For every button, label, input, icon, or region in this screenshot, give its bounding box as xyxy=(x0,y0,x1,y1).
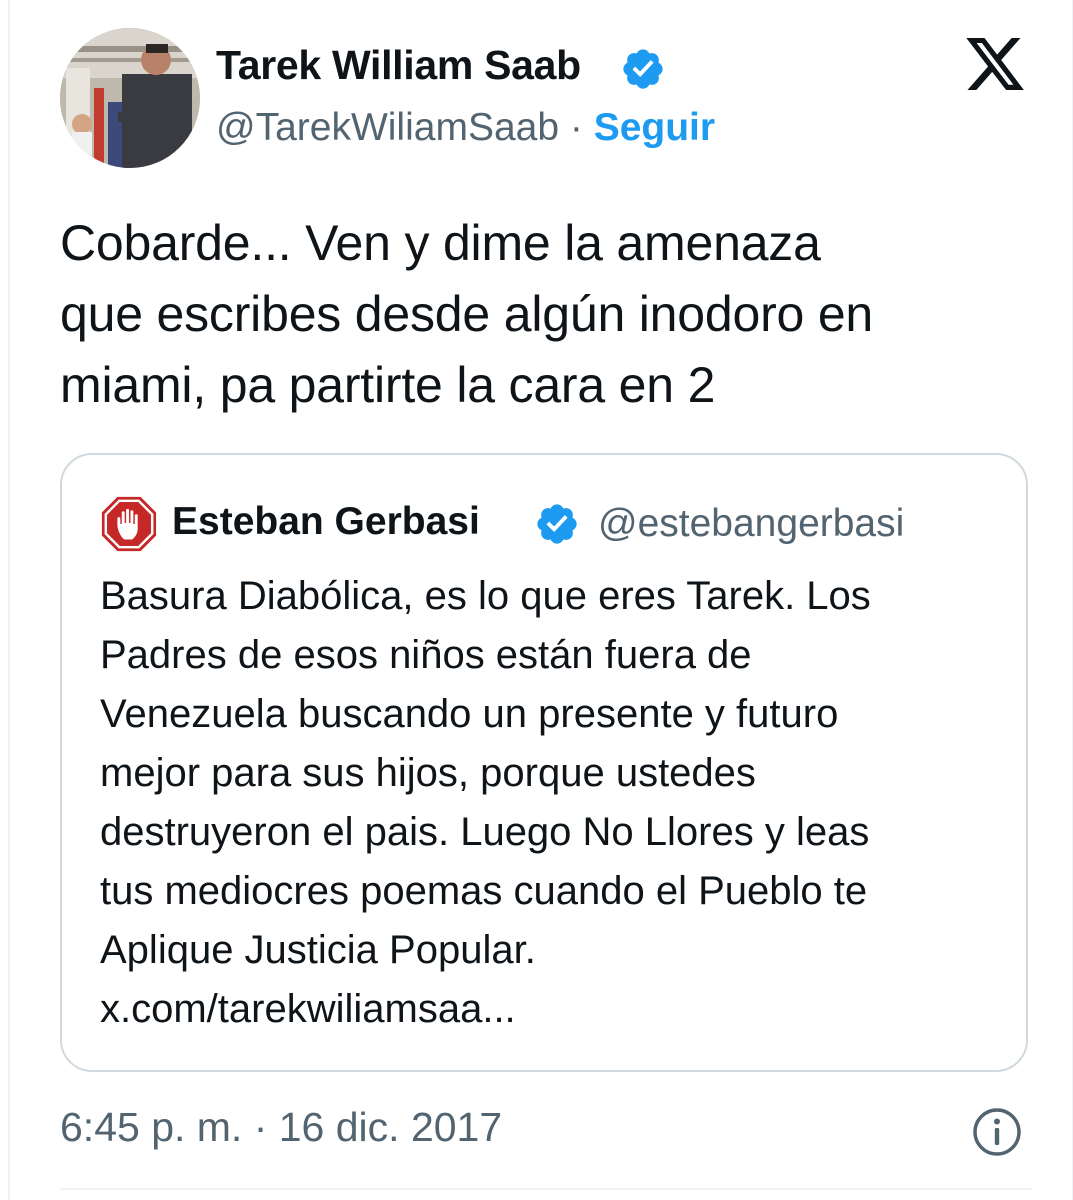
verified-badge-icon xyxy=(537,504,577,544)
quoted-link[interactable]: x.com/tarekwiliamsaa... xyxy=(100,980,1000,1039)
quoted-text: Basura Diabólica, es lo que eres Tarek. … xyxy=(100,567,1000,1039)
author-handle[interactable]: @TarekWiliamSaab xyxy=(216,106,559,149)
quoted-line: tus mediocres poemas cuando el Pueblo te xyxy=(100,869,868,913)
quoted-tweet[interactable]: Esteban Gerbasi @estebangerbasi Basura D… xyxy=(60,453,1028,1072)
verified-badge-icon xyxy=(623,49,663,89)
quoted-line: Basura Diabólica, es lo que eres Tarek. … xyxy=(100,574,871,618)
quoted-display-name: Esteban Gerbasi xyxy=(172,500,480,543)
tweet-line: miami, pa partirte la cara en 2 xyxy=(60,357,716,413)
tweet-header: Tarek William Saab @TarekWiliamSaab · Se… xyxy=(60,28,1040,168)
handle-separator: · xyxy=(559,106,594,149)
tweet-line: que escribes desde algún inodoro en xyxy=(60,286,874,342)
stop-hand-icon xyxy=(101,496,157,552)
quoted-line: Padres de esos niños están fuera de xyxy=(100,633,752,677)
quoted-line: Aplique Justicia Popular. xyxy=(100,928,536,972)
quoted-handle: @estebangerbasi xyxy=(598,502,905,545)
x-logo-icon[interactable] xyxy=(963,32,1027,96)
info-icon[interactable] xyxy=(971,1106,1023,1158)
card-left-border xyxy=(8,0,10,1200)
profile-photo xyxy=(60,28,200,168)
tweet-line: Cobarde... Ven y dime la amenaza xyxy=(60,215,821,271)
tweet-text: Cobarde... Ven y dime la amenaza que esc… xyxy=(60,208,1050,421)
follow-button[interactable]: Seguir xyxy=(594,106,715,149)
footer-divider xyxy=(60,1188,1032,1190)
author-avatar[interactable] xyxy=(60,28,200,168)
author-display-name[interactable]: Tarek William Saab xyxy=(216,42,581,89)
author-handle-row: @TarekWiliamSaab · Seguir xyxy=(216,106,715,150)
quoted-line: mejor para sus hijos, porque ustedes xyxy=(100,751,756,795)
tweet-timestamp[interactable]: 6:45 p. m. · 16 dic. 2017 xyxy=(60,1104,502,1151)
quoted-line: destruyeron el pais. Luego No Llores y l… xyxy=(100,810,870,854)
quoted-line: Venezuela buscando un presente y futuro xyxy=(100,692,839,736)
